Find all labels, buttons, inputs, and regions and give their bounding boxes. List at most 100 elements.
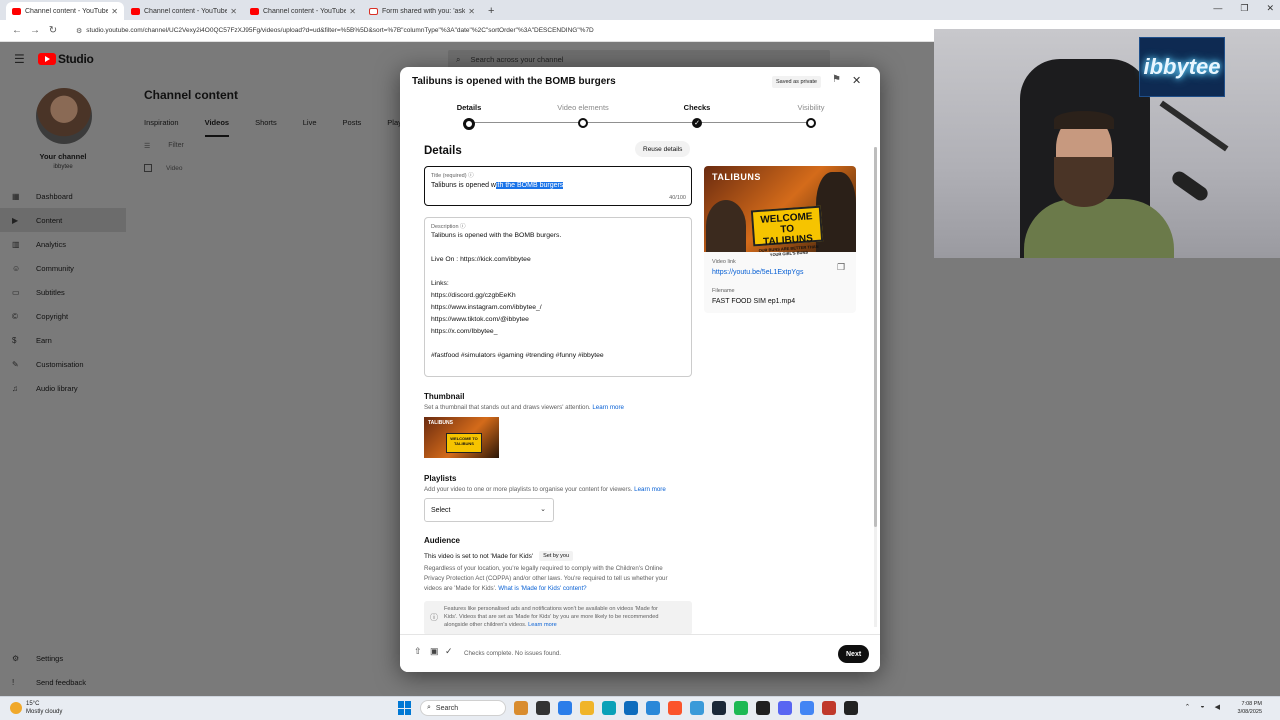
checks-complete-icon[interactable]: ✓	[445, 646, 453, 657]
sidebar-item-dashboard[interactable]: ▦ Dashboard	[0, 184, 126, 208]
close-tab-icon[interactable]: ✕	[468, 7, 475, 16]
taskbar-app-icon[interactable]	[690, 701, 704, 715]
browser-tab[interactable]: Form shared with you: 'ask us a ✕	[363, 2, 481, 20]
thumbnail-title-text: TALIBUNS	[428, 420, 453, 426]
sidebar-item-settings[interactable]: ⚙ Settings	[0, 646, 126, 670]
close-tab-icon[interactable]: ✕	[111, 7, 118, 16]
channel-handle: ibbytee	[53, 164, 73, 170]
network-icon[interactable]: ◒	[1200, 703, 1204, 711]
thumbnail-image[interactable]: TALIBUNS WELCOME TO TALIBUNS	[424, 417, 499, 458]
forward-icon[interactable]: →	[26, 25, 44, 36]
step-video-elements[interactable]: Video elements	[533, 103, 633, 128]
close-icon[interactable]: ✕	[852, 74, 861, 87]
title-field[interactable]: Title (required) ⓘ Talibuns is opened wi…	[424, 166, 692, 206]
minimize-icon[interactable]: —	[1213, 3, 1222, 14]
close-tab-icon[interactable]: ✕	[349, 7, 356, 16]
description-line: https://www.tiktok.com/@ibbytee	[431, 316, 529, 323]
sidebar-item-earn[interactable]: $ Earn	[0, 328, 126, 352]
video-preview[interactable]: TALIBUNS WELCOME TO TALIBUNS OUR BUNS AR…	[704, 166, 856, 257]
tab-posts[interactable]: Posts	[343, 118, 362, 137]
weather-icon	[10, 702, 22, 714]
new-tab-button[interactable]: +	[482, 5, 500, 20]
menu-icon[interactable]: ☰	[14, 52, 36, 66]
taskbar-app-icon[interactable]	[734, 701, 748, 715]
volume-icon[interactable]: ◀	[1215, 703, 1220, 711]
hd-icon[interactable]: ▣	[430, 646, 439, 657]
chevron-up-icon[interactable]: ⌃	[1185, 703, 1191, 711]
taskbar-app-icon[interactable]	[580, 701, 594, 715]
taskbar-app-icon[interactable]	[624, 701, 638, 715]
scrollbar-thumb[interactable]	[874, 147, 877, 527]
browser-tab[interactable]: Channel content - YouTube Stu ✕	[244, 2, 362, 20]
tab-shorts[interactable]: Shorts	[255, 118, 277, 137]
taskbar-app-icon[interactable]	[712, 701, 726, 715]
filter-icon[interactable]: ☰	[144, 142, 150, 150]
studio-logo[interactable]: Studio	[38, 52, 94, 66]
site-info-icon[interactable]: ⚙	[76, 27, 82, 35]
tab-inspiration[interactable]: Inspiration	[144, 118, 179, 137]
video-link[interactable]: https://youtu.be/5eL1ExtpYgs	[712, 269, 803, 276]
sidebar-item-customisation[interactable]: ✎ Customisation	[0, 352, 126, 376]
taskbar-app-icon[interactable]	[844, 701, 858, 715]
taskbar-app-icon[interactable]	[822, 701, 836, 715]
taskbar-app-icon[interactable]	[602, 701, 616, 715]
clock[interactable]: 7:08 PM 3/08/2025	[1238, 700, 1262, 716]
title-input[interactable]: Talibuns is opened with the BOMB burgers	[431, 182, 564, 189]
windows-start-icon[interactable]	[398, 701, 412, 715]
upload-icon[interactable]: ⇧	[414, 646, 422, 657]
audience-status-text: This video is set to not 'Made for Kids'	[424, 552, 534, 560]
customisation-icon: ✎	[12, 359, 19, 369]
taskbar-app-icon[interactable]	[668, 701, 682, 715]
taskbar-app-icon[interactable]	[558, 701, 572, 715]
audience-status: This video is set to not 'Made for Kids'…	[424, 551, 574, 561]
copy-icon[interactable]: ❐	[837, 262, 845, 273]
learn-more-link[interactable]: Learn more	[528, 622, 557, 628]
learn-more-link[interactable]: Learn more	[634, 486, 666, 493]
step-details[interactable]: Details	[419, 103, 519, 130]
report-issue-icon[interactable]: ⚑	[832, 74, 841, 85]
browser-tab[interactable]: Channel content - YouTube Stu ✕	[6, 2, 124, 20]
reuse-details-button[interactable]: Reuse details	[635, 141, 691, 157]
reload-icon[interactable]: ↻	[44, 25, 62, 36]
maximize-icon[interactable]: ❐	[1240, 3, 1248, 14]
description-text[interactable]: Talibuns is opened with the BOMB burgers…	[431, 232, 604, 364]
learn-more-link[interactable]: Learn more	[592, 404, 624, 411]
avatar[interactable]	[36, 88, 92, 144]
taskbar-app-icon[interactable]	[646, 701, 660, 715]
taskbar-app-icon[interactable]	[514, 701, 528, 715]
taskbar-app-icon[interactable]	[756, 701, 770, 715]
playlist-select[interactable]: Select ⌄	[424, 498, 554, 522]
sidebar-item-copyright[interactable]: © Copyright	[0, 304, 126, 328]
filter-label[interactable]: Filter	[168, 142, 184, 150]
sidebar-item-label: Content	[36, 215, 63, 225]
sidebar-item-content[interactable]: ▶ Content	[0, 208, 126, 232]
description-field[interactable]: Description ⓘ Talibuns is opened with th…	[424, 217, 692, 377]
tab-videos[interactable]: Videos	[204, 118, 230, 137]
sidebar-item-analytics[interactable]: ▥ Analytics	[0, 232, 126, 256]
taskbar-app-icon[interactable]	[800, 701, 814, 715]
sidebar-item-community[interactable]: ☺ Community	[0, 256, 126, 280]
sidebar-item-send-feedback[interactable]: ! Send feedback	[0, 670, 126, 694]
sidebar-item-subtitles[interactable]: ▭ Subtitles	[0, 280, 126, 304]
sidebar-item-audio-library[interactable]: ♫ Audio library	[0, 376, 126, 400]
step-checks[interactable]: Checks ✓	[647, 103, 747, 128]
help-icon[interactable]: ⓘ	[460, 224, 466, 230]
select-all-checkbox[interactable]	[144, 164, 152, 172]
tab-live[interactable]: Live	[303, 118, 317, 137]
back-icon[interactable]: ←	[8, 25, 26, 36]
sidebar-item-label: Subtitles	[36, 287, 65, 297]
taskbar-search[interactable]: ⌕ Search	[420, 700, 506, 716]
weather-widget[interactable]: 15°C Mostly cloudy	[10, 700, 62, 716]
next-button[interactable]: Next	[838, 645, 870, 663]
step-visibility[interactable]: Visibility	[761, 103, 861, 128]
close-tab-icon[interactable]: ✕	[230, 7, 237, 16]
made-for-kids-link[interactable]: What is 'Made for Kids' content?	[498, 585, 586, 592]
help-icon[interactable]: ⓘ	[468, 173, 474, 179]
copyright-icon: ©	[12, 311, 18, 321]
youtube-logo-icon	[38, 53, 56, 65]
browser-tab[interactable]: Channel content - YouTube Stu ✕	[125, 2, 243, 20]
taskbar-app-icon[interactable]	[536, 701, 550, 715]
title-text: Talibuns is opened w	[431, 182, 496, 189]
taskbar-app-icon[interactable]	[778, 701, 792, 715]
close-window-icon[interactable]: ✕	[1266, 3, 1274, 14]
